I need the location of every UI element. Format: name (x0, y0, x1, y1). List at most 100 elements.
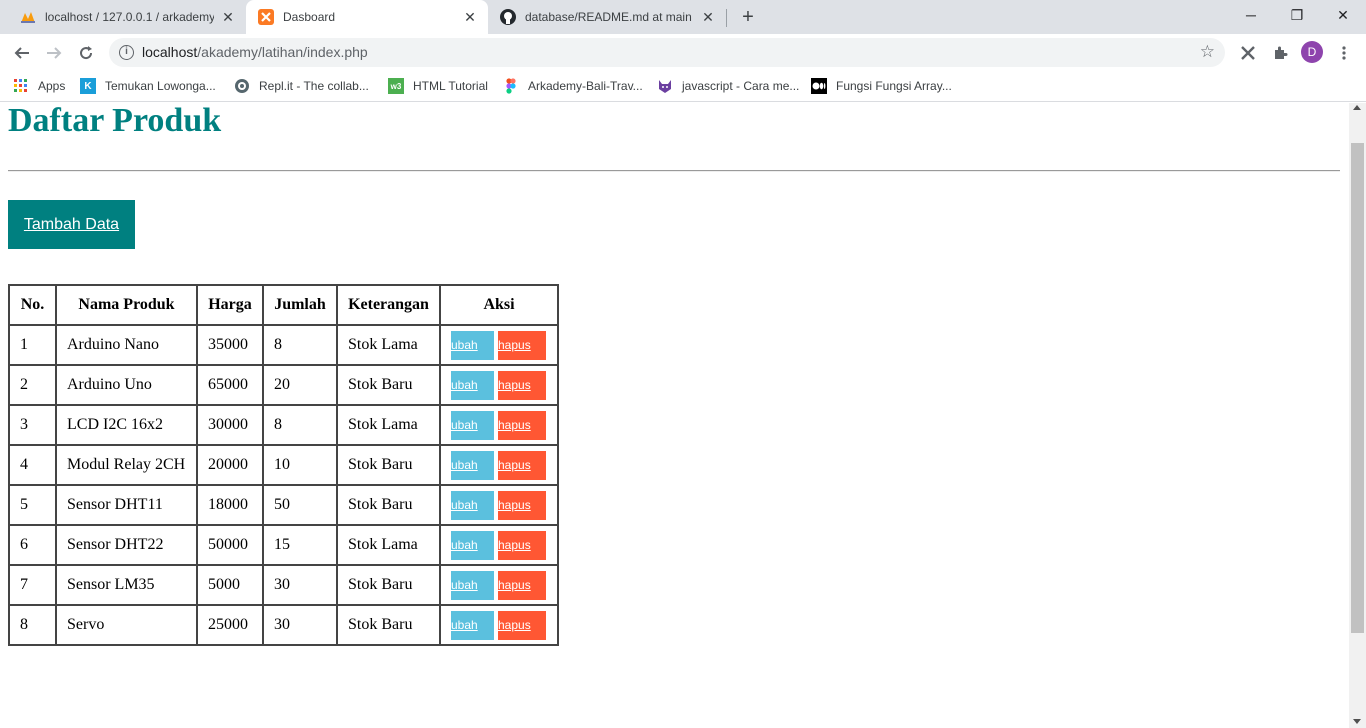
cell-keterangan: Stok Baru (336, 444, 441, 486)
cell-harga: 20000 (196, 444, 264, 486)
url-path: /akademy/latihan/index.php (197, 44, 368, 60)
x-extension-icon[interactable] (1237, 42, 1259, 64)
scrollbar-thumb[interactable] (1351, 143, 1364, 633)
cell-jumlah: 8 (262, 404, 338, 446)
tab-title: localhost / 127.0.0.1 / arkademy / (45, 10, 214, 24)
cell-jumlah: 30 (262, 564, 338, 606)
bookmark-star-icon[interactable]: ☆ (1200, 42, 1215, 62)
delete-button[interactable]: hapus (498, 330, 546, 360)
profile-avatar[interactable]: D (1301, 41, 1323, 63)
edit-button[interactable]: ubah (451, 570, 494, 600)
cell-jumlah: 10 (262, 444, 338, 486)
cell-nama-produk: LCD I2C 16x2 (55, 404, 198, 446)
bookmark-html-tutorial[interactable]: w3 HTML Tutorial (388, 77, 488, 95)
cell-jumlah: 20 (262, 364, 338, 406)
w3schools-icon: w3 (388, 78, 404, 94)
close-icon[interactable]: ✕ (220, 9, 236, 26)
cell-keterangan: Stok Baru (336, 484, 441, 526)
close-window-icon[interactable]: ✕ (1320, 0, 1366, 30)
header-jumlah: Jumlah (262, 284, 338, 326)
edit-button[interactable]: ubah (451, 450, 494, 480)
delete-button[interactable]: hapus (498, 450, 546, 480)
cell-no: 1 (8, 324, 57, 366)
github-icon (500, 9, 516, 25)
tab-strip: localhost / 127.0.0.1 / arkademy / ✕ Das… (0, 0, 1366, 34)
delete-button[interactable]: hapus (498, 410, 546, 440)
tab-github[interactable]: database/README.md at main · t ✕ (488, 0, 726, 34)
scroll-up-arrow-icon[interactable] (1353, 105, 1361, 110)
edit-button[interactable]: ubah (451, 610, 494, 640)
edit-button[interactable]: ubah (451, 330, 494, 360)
add-data-button[interactable]: Tambah Data (8, 200, 135, 249)
back-arrow-icon[interactable] (8, 39, 36, 67)
cell-nama-produk: Modul Relay 2CH (55, 444, 198, 486)
tab-title: database/README.md at main · t (525, 10, 694, 24)
forward-arrow-icon[interactable] (40, 39, 68, 67)
page-content: Daftar Produk Tambah Data No. Nama Produ… (0, 103, 1349, 728)
bookmark-label: Arkademy-Bali-Trav... (528, 79, 643, 93)
bookmark-apps[interactable]: Apps (13, 77, 65, 95)
cell-aksi: ubah hapus (439, 524, 559, 566)
bookmark-temukan-lowongan[interactable]: K Temukan Lowonga... (80, 77, 216, 95)
delete-button[interactable]: hapus (498, 610, 546, 640)
delete-button[interactable]: hapus (498, 530, 546, 560)
horizontal-rule (8, 170, 1340, 172)
bookmark-arkademy-bali[interactable]: Arkademy-Bali-Trav... (503, 77, 643, 95)
table-row: 5 Sensor DHT11 18000 50 Stok Baru ubah ha… (8, 484, 559, 526)
bookmark-label: Temukan Lowonga... (105, 79, 216, 93)
cell-no: 8 (8, 604, 57, 646)
cell-harga: 50000 (196, 524, 264, 566)
restore-icon[interactable]: ❐ (1274, 0, 1320, 30)
bookmark-label: javascript - Cara me... (682, 79, 800, 93)
bookmark-fungsi-array[interactable]: Fungsi Fungsi Array... (811, 77, 952, 95)
new-tab-plus-icon[interactable]: + (736, 6, 760, 28)
cell-keterangan: Stok Baru (336, 364, 441, 406)
edit-button[interactable]: ubah (451, 490, 494, 520)
browser-toolbar: i localhost/akademy/latihan/index.php ☆ (0, 34, 1366, 71)
header-harga: Harga (196, 284, 264, 326)
cell-nama-produk: Sensor DHT22 (55, 524, 198, 566)
delete-button[interactable]: hapus (498, 570, 546, 600)
delete-button[interactable]: hapus (498, 370, 546, 400)
edit-button[interactable]: ubah (451, 410, 494, 440)
cell-aksi: ubah hapus (439, 604, 559, 646)
cell-no: 4 (8, 444, 57, 486)
bookmark-label: HTML Tutorial (413, 79, 488, 93)
cell-aksi: ubah hapus (439, 484, 559, 526)
cell-keterangan: Stok Lama (336, 524, 441, 566)
cell-nama-produk: Sensor DHT11 (55, 484, 198, 526)
cell-harga: 65000 (196, 364, 264, 406)
cell-aksi: ubah hapus (439, 444, 559, 486)
cell-aksi: ubah hapus (439, 404, 559, 446)
address-bar[interactable]: i localhost/akademy/latihan/index.php ☆ (109, 38, 1225, 67)
vertical-scrollbar[interactable] (1349, 103, 1366, 728)
scroll-down-arrow-icon[interactable] (1353, 719, 1361, 724)
close-icon[interactable]: ✕ (700, 9, 716, 26)
edit-button[interactable]: ubah (451, 530, 494, 560)
minimize-icon[interactable]: ─ (1228, 0, 1274, 30)
edit-button[interactable]: ubah (451, 370, 494, 400)
tab-divider (726, 9, 727, 27)
cell-harga: 35000 (196, 324, 264, 366)
delete-button[interactable]: hapus (498, 490, 546, 520)
info-icon[interactable]: i (119, 45, 134, 60)
tab-dasboard[interactable]: Dasboard ✕ (246, 0, 488, 34)
cell-keterangan: Stok Lama (336, 404, 441, 446)
phpmyadmin-icon (20, 9, 36, 25)
cell-nama-produk: Servo (55, 604, 198, 646)
tab-phpmyadmin[interactable]: localhost / 127.0.0.1 / arkademy / ✕ (8, 0, 246, 34)
bookmark-replit[interactable]: Repl.it - The collab... (234, 77, 369, 95)
extensions-puzzle-icon[interactable] (1269, 42, 1291, 64)
reload-icon[interactable] (72, 39, 100, 67)
cell-no: 5 (8, 484, 57, 526)
bookmark-javascript[interactable]: javascript - Cara me... (657, 77, 799, 95)
table-row: 7 Sensor LM35 5000 30 Stok Baru ubah hapu… (8, 564, 559, 606)
figma-icon (503, 78, 519, 94)
cell-no: 2 (8, 364, 57, 406)
url-host: localhost (142, 44, 198, 60)
cell-aksi: ubah hapus (439, 564, 559, 606)
url-text[interactable]: localhost/akademy/latihan/index.php (142, 44, 368, 60)
close-icon[interactable]: ✕ (462, 9, 478, 26)
table-row: 4 Modul Relay 2CH 20000 10 Stok Baru uba… (8, 444, 559, 486)
menu-kebab-icon[interactable] (1333, 42, 1355, 64)
